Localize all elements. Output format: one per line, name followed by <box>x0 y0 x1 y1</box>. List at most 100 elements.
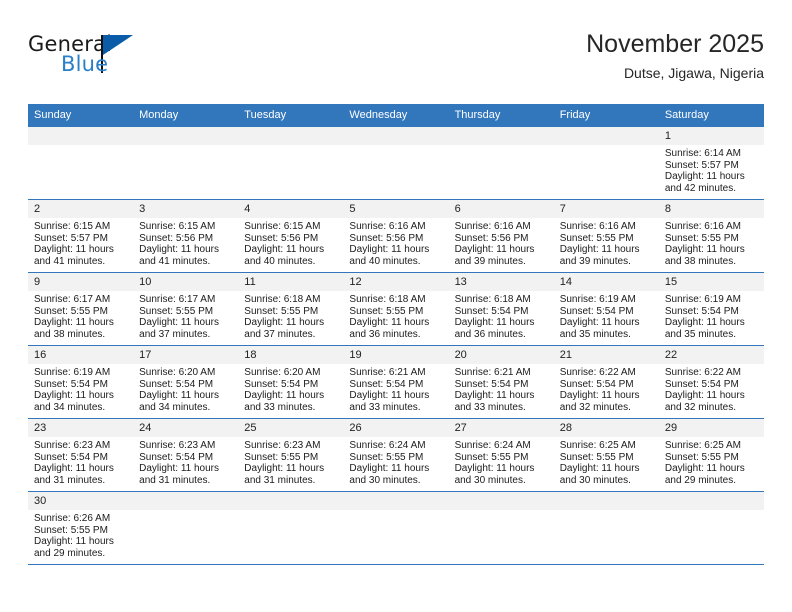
day-sun-info: Sunrise: 6:17 AM Sunset: 5:55 PM Daylight:… <box>133 291 238 340</box>
day-sun-info: Sunrise: 6:23 AM Sunset: 5:55 PM Daylight:… <box>238 437 343 486</box>
day-daylight-line2-text: and 37 minutes. <box>244 328 316 340</box>
day-sunset-text: Sunset: 5:55 PM <box>349 451 424 463</box>
day-daylight-line1-text: Daylight: 11 hours <box>139 463 219 475</box>
calendar-page: General Blue November 2025 Dutse, Jigawa… <box>0 0 792 612</box>
day-sun-info: Sunrise: 6:23 AM Sunset: 5:54 PM Daylight:… <box>28 437 133 486</box>
day-number: 12 <box>343 273 449 291</box>
calendar-day-cell[interactable]: 25 Sunrise: 6:23 AM Sunset: 5:55 PM Dayligh… <box>238 418 344 492</box>
day-sunset-text: Sunset: 5:54 PM <box>34 378 108 390</box>
calendar-day-cell[interactable]: 20 Sunrise: 6:21 AM Sunset: 5:54 PM Dayligh… <box>448 345 554 419</box>
calendar-day-cell[interactable]: 22 Sunrise: 6:22 AM Sunset: 5:54 PM Dayligh… <box>658 345 764 419</box>
day-sunset-text: Sunset: 5:54 PM <box>559 305 634 317</box>
day-daylight-line2-text: and 35 minutes. <box>664 328 737 340</box>
day-daylight-line1-text: Daylight: 11 hours <box>454 390 535 402</box>
weekday-header-monday: Monday <box>133 104 239 127</box>
day-daylight-line2-text: and 36 minutes. <box>349 328 421 340</box>
calendar-day-cell[interactable]: 16 Sunrise: 6:19 AM Sunset: 5:54 PM Dayligh… <box>28 345 134 419</box>
calendar-day-cell[interactable]: 9 Sunrise: 6:17 AM Sunset: 5:55 PM Daylight… <box>28 272 134 346</box>
day-sunset-text: Sunset: 5:57 PM <box>664 159 739 171</box>
calendar-day-cell[interactable]: 14 Sunrise: 6:19 AM Sunset: 5:54 PM Dayligh… <box>553 272 659 346</box>
day-daylight-line1-text: Daylight: 11 hours <box>349 244 430 256</box>
day-sunrise-text: Sunrise: 6:16 AM <box>349 221 426 232</box>
day-daylight-line1-text: Daylight: 11 hours <box>34 317 114 329</box>
day-daylight-line2-text: and 29 minutes. <box>664 474 737 486</box>
calendar-day-cell[interactable]: 15 Sunrise: 6:19 AM Sunset: 5:54 PM Dayligh… <box>658 272 764 346</box>
calendar-day-cell[interactable]: 3 Sunrise: 6:15 AM Sunset: 5:56 PM Daylight… <box>133 199 239 273</box>
calendar-day-cell[interactable]: 19 Sunrise: 6:21 AM Sunset: 5:54 PM Dayligh… <box>343 345 449 419</box>
day-number: 25 <box>238 419 344 437</box>
day-sun-info: Sunrise: 6:25 AM Sunset: 5:55 PM Daylight:… <box>659 437 764 486</box>
calendar-day-cell[interactable]: 18 Sunrise: 6:20 AM Sunset: 5:54 PM Dayligh… <box>238 345 344 419</box>
day-sunrise-text: Sunrise: 6:15 AM <box>34 221 111 232</box>
day-sunset-text: Sunset: 5:54 PM <box>139 451 214 463</box>
calendar-body: 1 Sunrise: 6:14 AM Sunset: 5:57 PM Daylight… <box>28 126 764 565</box>
calendar-week-row: 30 Sunrise: 6:26 AM Sunset: 5:55 PM Dayligh… <box>28 491 764 565</box>
day-daylight-line2-text: and 35 minutes. <box>559 328 631 340</box>
day-number: 3 <box>133 200 239 218</box>
day-daylight-line2-text: and 40 minutes. <box>244 255 316 267</box>
day-sunset-text: Sunset: 5:55 PM <box>34 524 108 536</box>
day-daylight-line2-text: and 34 minutes. <box>139 401 211 413</box>
calendar-day-cell[interactable]: 8 Sunrise: 6:16 AM Sunset: 5:55 PM Daylight… <box>658 199 764 273</box>
calendar-day-cell[interactable]: 6 Sunrise: 6:16 AM Sunset: 5:56 PM Daylight… <box>448 199 554 273</box>
day-sunrise-text: Sunrise: 6:24 AM <box>349 440 426 451</box>
calendar-day-cell[interactable]: 7 Sunrise: 6:16 AM Sunset: 5:55 PM Daylight… <box>553 199 659 273</box>
calendar-day-cell[interactable]: 28 Sunrise: 6:25 AM Sunset: 5:55 PM Dayligh… <box>553 418 659 492</box>
calendar-day-cell[interactable]: 5 Sunrise: 6:16 AM Sunset: 5:56 PM Daylight… <box>343 199 449 273</box>
day-sunset-text: Sunset: 5:55 PM <box>664 451 739 463</box>
day-daylight-line1-text: Daylight: 11 hours <box>244 244 325 256</box>
calendar-day-cell[interactable]: 13 Sunrise: 6:18 AM Sunset: 5:54 PM Dayligh… <box>448 272 554 346</box>
day-sun-info: Sunrise: 6:16 AM Sunset: 5:56 PM Daylight:… <box>343 218 448 267</box>
day-daylight-line2-text: and 32 minutes. <box>559 401 631 413</box>
day-sun-info: Sunrise: 6:18 AM Sunset: 5:55 PM Daylight:… <box>343 291 448 340</box>
day-number <box>448 127 554 145</box>
day-number: 23 <box>28 419 134 437</box>
calendar-day-cell[interactable]: 27 Sunrise: 6:24 AM Sunset: 5:55 PM Dayligh… <box>448 418 554 492</box>
day-sunrise-text: Sunrise: 6:16 AM <box>559 221 636 232</box>
day-sunset-text: Sunset: 5:55 PM <box>664 232 739 244</box>
day-number: 5 <box>343 200 449 218</box>
day-sunset-text: Sunset: 5:57 PM <box>34 232 108 244</box>
day-number: 11 <box>238 273 344 291</box>
calendar-day-cell[interactable]: 4 Sunrise: 6:15 AM Sunset: 5:56 PM Daylight… <box>238 199 344 273</box>
brand-logo[interactable]: General Blue <box>28 34 248 90</box>
calendar-day-cell[interactable]: 2 Sunrise: 6:15 AM Sunset: 5:57 PM Daylight… <box>28 199 134 273</box>
day-number: 27 <box>448 419 554 437</box>
day-sunset-text: Sunset: 5:54 PM <box>664 378 739 390</box>
calendar-day-cell-empty <box>448 126 554 200</box>
day-daylight-line1-text: Daylight: 11 hours <box>559 317 640 329</box>
calendar-day-cell[interactable]: 17 Sunrise: 6:20 AM Sunset: 5:54 PM Dayligh… <box>133 345 239 419</box>
day-number: 1 <box>658 127 764 145</box>
day-sunrise-text: Sunrise: 6:14 AM <box>664 148 741 159</box>
calendar-day-cell[interactable]: 10 Sunrise: 6:17 AM Sunset: 5:55 PM Dayligh… <box>133 272 239 346</box>
day-sun-info: Sunrise: 6:17 AM Sunset: 5:55 PM Daylight:… <box>28 291 133 340</box>
calendar-day-cell[interactable]: 1 Sunrise: 6:14 AM Sunset: 5:57 PM Daylight… <box>658 126 764 200</box>
day-daylight-line1-text: Daylight: 11 hours <box>34 463 114 475</box>
day-number: 28 <box>553 419 659 437</box>
calendar-day-cell[interactable]: 29 Sunrise: 6:25 AM Sunset: 5:55 PM Dayligh… <box>658 418 764 492</box>
calendar-day-cell-empty <box>133 491 239 565</box>
day-sunset-text: Sunset: 5:54 PM <box>34 451 108 463</box>
calendar-day-cell[interactable]: 21 Sunrise: 6:22 AM Sunset: 5:54 PM Dayligh… <box>553 345 659 419</box>
day-number: 9 <box>28 273 134 291</box>
day-daylight-line2-text: and 30 minutes. <box>559 474 631 486</box>
day-sunset-text: Sunset: 5:54 PM <box>139 378 214 390</box>
calendar-day-cell[interactable]: 24 Sunrise: 6:23 AM Sunset: 5:54 PM Dayligh… <box>133 418 239 492</box>
day-number <box>133 127 239 145</box>
day-daylight-line1-text: Daylight: 11 hours <box>139 317 219 329</box>
day-sunset-text: Sunset: 5:55 PM <box>454 451 529 463</box>
day-sunset-text: Sunset: 5:56 PM <box>454 232 529 244</box>
calendar-day-cell[interactable]: 11 Sunrise: 6:18 AM Sunset: 5:55 PM Dayligh… <box>238 272 344 346</box>
calendar-day-cell[interactable]: 23 Sunrise: 6:23 AM Sunset: 5:54 PM Dayligh… <box>28 418 134 492</box>
day-number: 7 <box>553 200 659 218</box>
day-sunset-text: Sunset: 5:55 PM <box>244 451 319 463</box>
calendar-week-row: 9 Sunrise: 6:17 AM Sunset: 5:55 PM Daylight… <box>28 272 764 346</box>
day-sun-info: Sunrise: 6:20 AM Sunset: 5:54 PM Daylight:… <box>238 364 343 413</box>
calendar-day-cell[interactable]: 12 Sunrise: 6:18 AM Sunset: 5:55 PM Dayligh… <box>343 272 449 346</box>
calendar-day-cell[interactable]: 26 Sunrise: 6:24 AM Sunset: 5:55 PM Dayligh… <box>343 418 449 492</box>
day-number <box>343 492 449 510</box>
day-daylight-line2-text: and 33 minutes. <box>349 401 421 413</box>
calendar-week-row: 23 Sunrise: 6:23 AM Sunset: 5:54 PM Dayligh… <box>28 418 764 492</box>
calendar-day-cell[interactable]: 30 Sunrise: 6:26 AM Sunset: 5:55 PM Dayligh… <box>28 491 134 565</box>
day-daylight-line2-text: and 39 minutes. <box>454 255 526 267</box>
